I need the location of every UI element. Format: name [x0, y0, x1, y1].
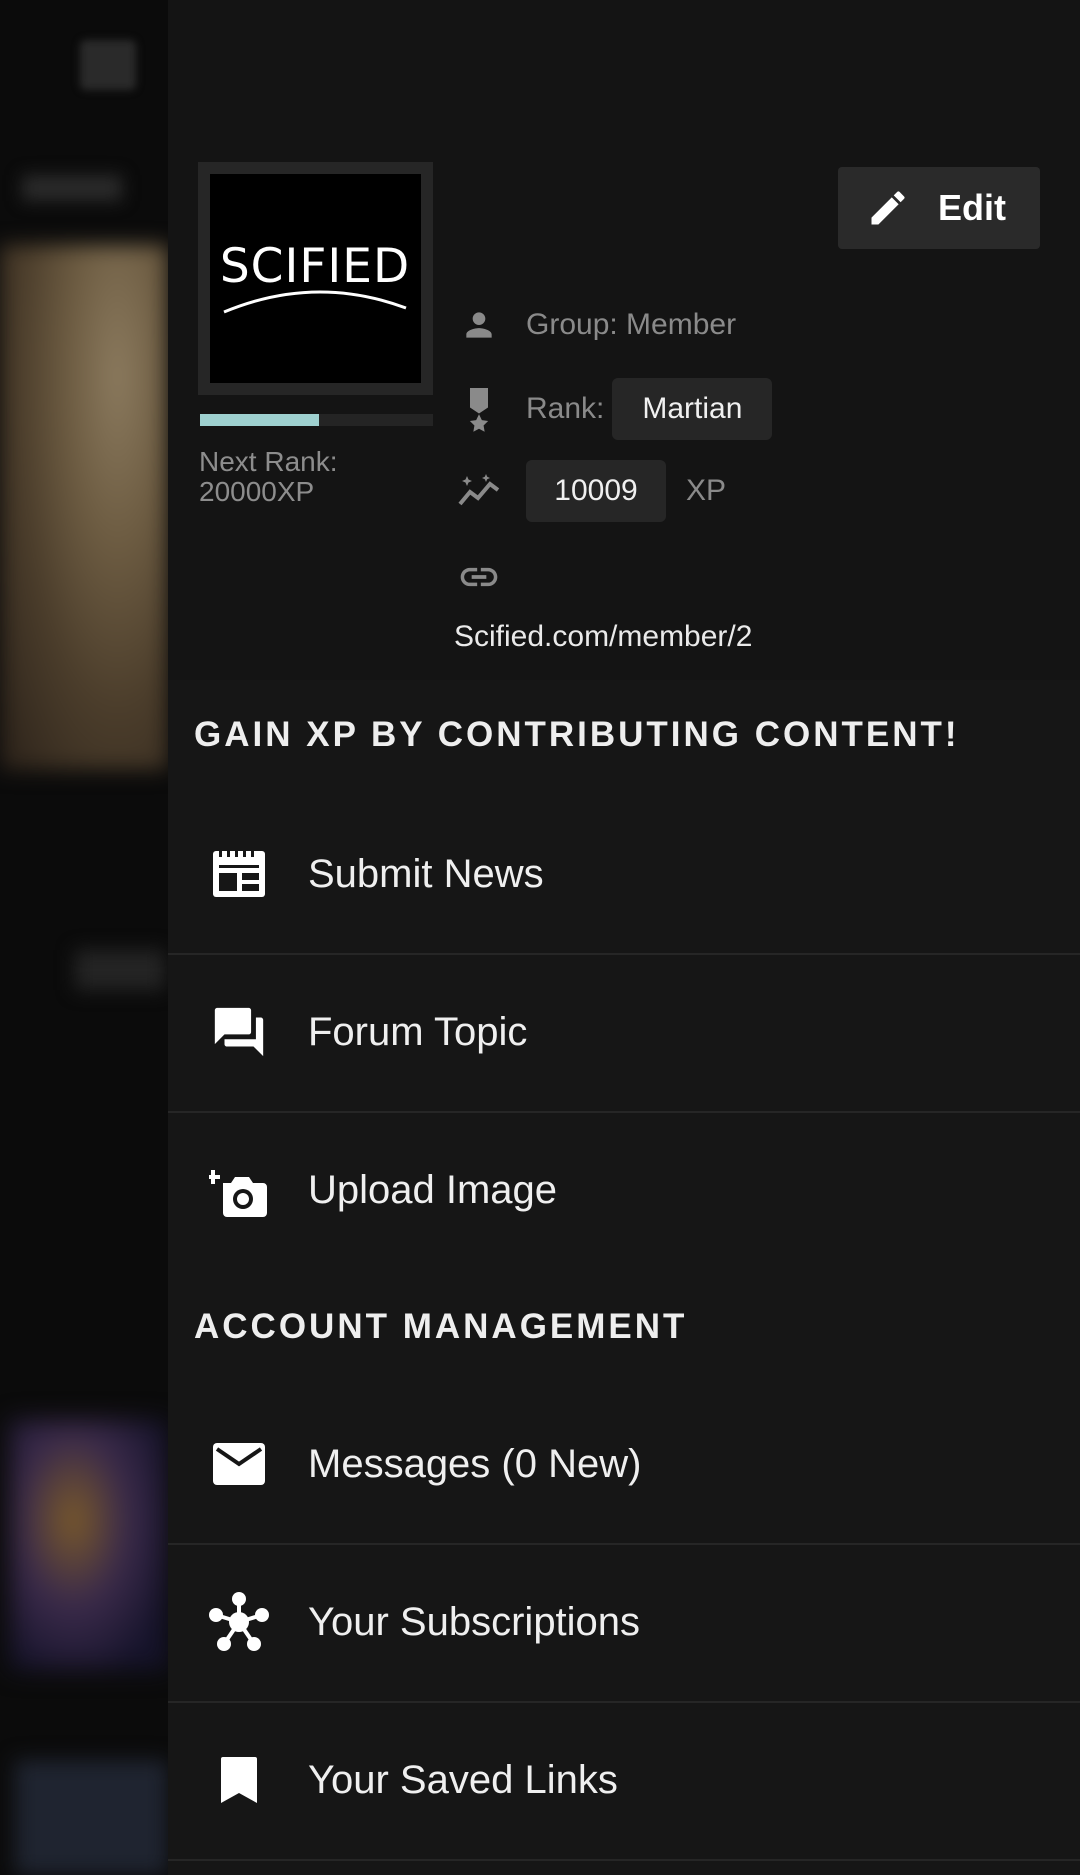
background-app-overlay[interactable]	[0, 0, 168, 1875]
group-row: Group: Member	[456, 302, 736, 348]
navigation-drawer: SCIFIED Next Rank: 20000XP Edit Group: M…	[168, 0, 1080, 1875]
mail-icon	[204, 1429, 274, 1499]
person-icon	[456, 302, 502, 348]
menu-item-messages[interactable]: Messages (0 New)	[168, 1385, 1080, 1545]
forum-icon	[204, 997, 274, 1067]
edit-label: Edit	[938, 187, 1006, 228]
pencil-icon	[871, 191, 905, 225]
background-menu-icon	[80, 40, 136, 90]
background-image	[10, 1420, 168, 1670]
menu-item-label: Messages (0 New)	[308, 1441, 642, 1486]
menu-item-subscriptions[interactable]: Your Subscriptions	[168, 1543, 1080, 1703]
subscriptions-icon	[204, 1587, 274, 1657]
menu-item-label: Upload Image	[308, 1167, 558, 1212]
rank-row: Rank: Martian	[456, 378, 773, 440]
svg-text:SCIFIED: SCIFIED	[220, 239, 410, 294]
menu-item-label: Submit News	[308, 851, 544, 896]
menu-item-label: Your Saved Links	[308, 1757, 618, 1802]
avatar[interactable]: SCIFIED	[210, 174, 421, 383]
xp-progress-bar	[200, 414, 433, 426]
background-image	[15, 1760, 168, 1875]
rank-badge: Martian	[612, 378, 773, 440]
rank-label: Rank:	[526, 392, 605, 425]
next-rank-text: Next Rank: 20000XP	[199, 446, 338, 507]
scified-logo: SCIFIED	[220, 239, 410, 314]
xp-value-badge: 10009	[526, 460, 666, 522]
profile-link[interactable]: Scified.com/member/2	[454, 620, 752, 654]
group-text: Group: Member	[526, 308, 737, 341]
menu-item-forum-topic[interactable]: Forum Topic	[168, 953, 1080, 1113]
menu-item-submit-news[interactable]: Submit News	[168, 795, 1080, 955]
link-row	[456, 554, 502, 600]
medal-icon	[456, 386, 502, 432]
xp-progress-fill	[200, 414, 319, 426]
trending-sparkle-icon	[456, 468, 502, 514]
section-heading-account: ACCOUNT MANAGEMENT	[194, 1307, 688, 1346]
background-hero-image	[0, 245, 168, 770]
edit-profile-button[interactable]: Edit	[838, 167, 1040, 249]
bookmark-icon	[204, 1745, 274, 1815]
add-camera-icon	[204, 1155, 274, 1225]
xp-row: 10009 XP	[456, 460, 726, 522]
news-icon	[204, 839, 274, 909]
section-heading-contribute: GAIN XP BY CONTRIBUTING CONTENT!	[194, 715, 960, 754]
profile-panel: SCIFIED Next Rank: 20000XP Edit Group: M…	[168, 0, 1080, 680]
menu-item-label: Forum Topic	[308, 1009, 528, 1054]
avatar-frame: SCIFIED	[198, 162, 433, 395]
menu-item-upload-image[interactable]: Upload Image	[168, 1111, 1080, 1269]
link-icon	[456, 554, 502, 600]
menu-item-saved-links[interactable]: Your Saved Links	[168, 1701, 1080, 1861]
background-blurred-text	[22, 175, 122, 201]
menu-item-label: Your Subscriptions	[308, 1599, 641, 1644]
xp-unit: XP	[686, 474, 727, 507]
background-blurred-text	[75, 950, 165, 990]
